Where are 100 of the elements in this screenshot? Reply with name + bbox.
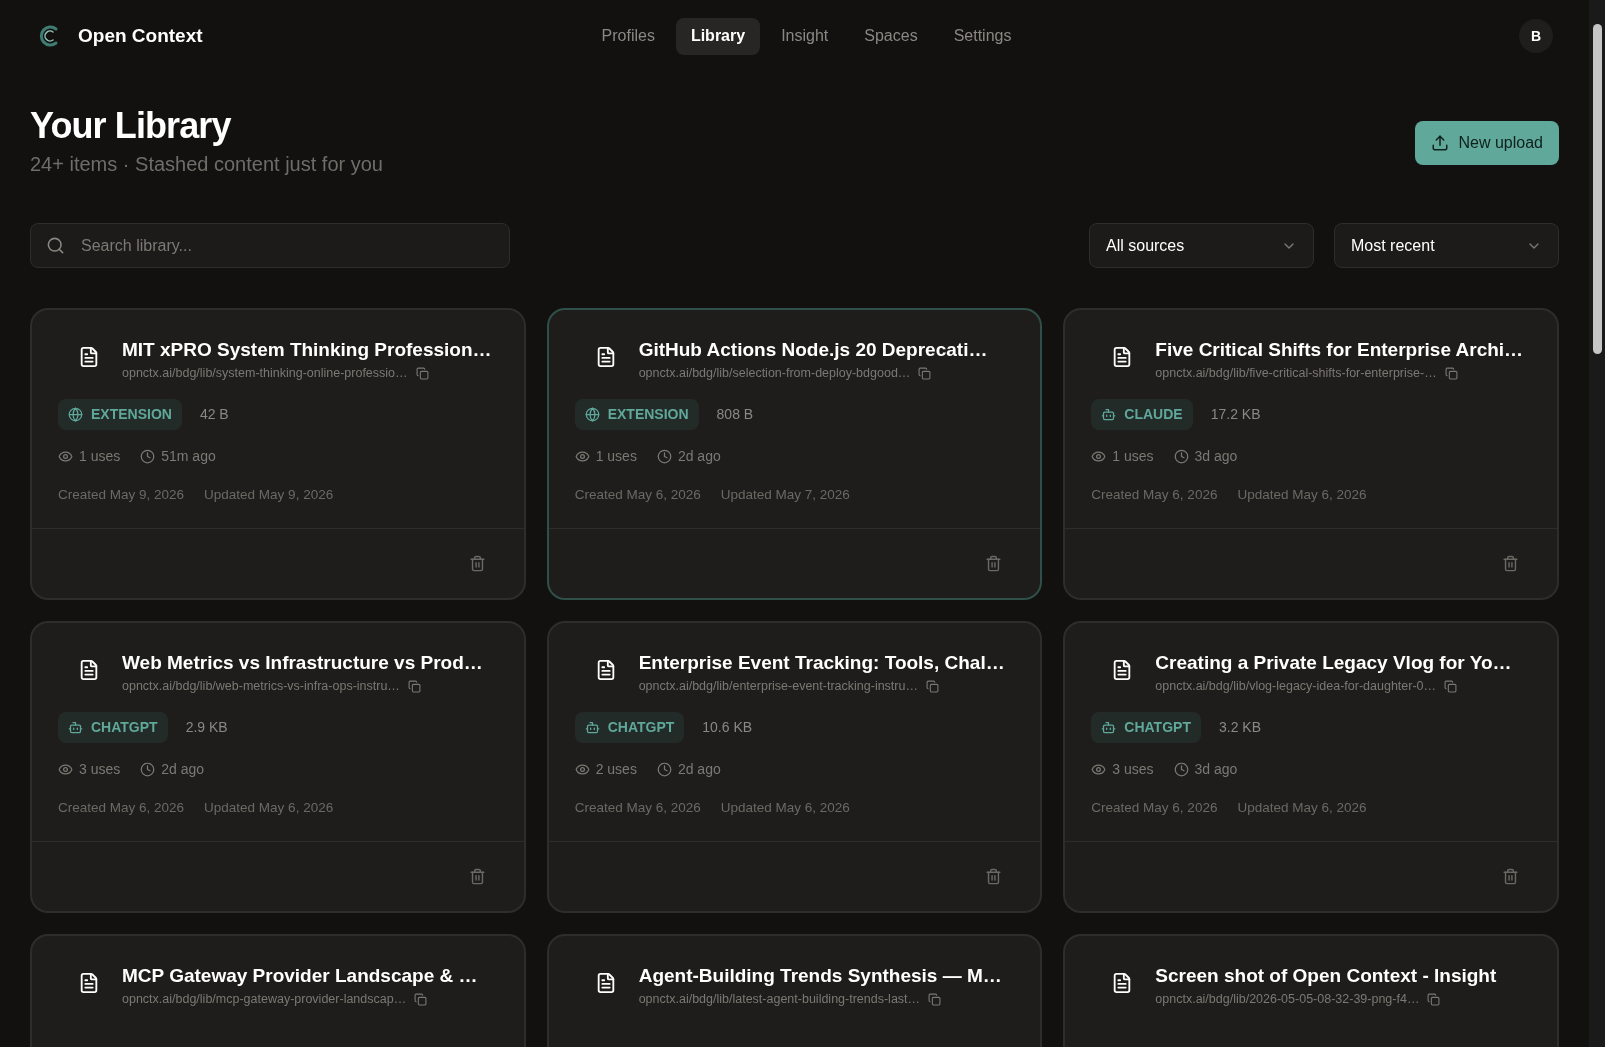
robot-icon <box>584 719 600 735</box>
nav-tab[interactable]: Insight <box>766 17 844 55</box>
use-count: 3 uses <box>1112 759 1154 779</box>
card-url: opnctx.ai/bdg/lib/latest-agent-building-trends-last… <box>638 991 921 1008</box>
card-title: Screen shot of Open Context - Insight <box>1155 964 1498 988</box>
updated-date: Updated May 9, 2026 <box>204 485 334 504</box>
last-used: 3d ago <box>1194 446 1238 466</box>
file-size: 808 B <box>716 404 754 424</box>
delete-button[interactable] <box>468 868 486 885</box>
eye-icon <box>574 761 590 777</box>
user-avatar[interactable]: B <box>1519 19 1553 53</box>
last-used: 51m ago <box>161 446 216 466</box>
eye-icon <box>574 448 590 464</box>
updated-date: Updated May 6, 2026 <box>1237 485 1367 504</box>
library-card[interactable]: Screen shot of Open Context - Insight opnctx.ai/bdg/lib/2026-05-05-08-32-39-png-f4… <box>1063 934 1559 1047</box>
copy-icon[interactable] <box>925 679 939 693</box>
delete-button[interactable] <box>985 555 1003 572</box>
clock-icon <box>656 448 672 464</box>
card-url: opnctx.ai/bdg/lib/mcp-gateway-provider-landscap… <box>122 991 407 1008</box>
nav-tab[interactable]: Spaces <box>849 17 933 55</box>
copy-icon[interactable] <box>415 366 429 380</box>
search-field[interactable]: Search library... <box>30 223 510 268</box>
scrollbar[interactable] <box>1589 0 1605 1047</box>
card-title: MCP Gateway Provider Landscape & … <box>122 964 479 988</box>
source-badge: CHATGPT <box>1091 711 1201 743</box>
nav-tab[interactable]: Profiles <box>586 17 670 55</box>
card-title: Five Critical Shifts for Enterprise Archi… <box>1155 338 1525 362</box>
file-size: 3.2 KB <box>1218 717 1261 737</box>
file-size: 17.2 KB <box>1210 404 1261 424</box>
filter-dropdown[interactable]: All sources <box>1089 223 1314 268</box>
library-card[interactable]: MIT xPRO System Thinking Profession… opnctx.ai/bdg/lib/system-thinking-online-professio… EXTENSION 42 B 1 uses 51m ago Created May 9, 2026 Updated May 9, 2026 <box>30 308 526 600</box>
filter-dropdown[interactable]: Most recent <box>1334 223 1559 268</box>
library-card[interactable]: Web Metrics vs Infrastructure vs Prod… opnctx.ai/bdg/lib/web-metrics-vs-infra-ops-instru… CHATGPT 2.9 KB 3 uses 2d ago Created May 6, 2026 Updated May 6, 2026 <box>30 621 526 913</box>
library-card[interactable]: Agent-Building Trends Synthesis — M… opnctx.ai/bdg/lib/latest-agent-building-trends-last… <box>546 934 1043 1047</box>
copy-icon[interactable] <box>918 366 932 380</box>
created-date: Created May 6, 2026 <box>1091 485 1218 504</box>
card-url: opnctx.ai/bdg/lib/vlog-legacy-idea-for-daughter-0… <box>1155 678 1437 695</box>
page-title: Your Library <box>30 104 232 148</box>
use-count: 1 uses <box>1112 446 1154 466</box>
app-name: Open Context <box>78 23 203 48</box>
card-url: opnctx.ai/bdg/lib/five-critical-shifts-for-enterprise-… <box>1155 365 1437 382</box>
card-url: opnctx.ai/bdg/lib/system-thinking-online-professio… <box>122 365 408 382</box>
card-url: opnctx.ai/bdg/lib/web-metrics-vs-infra-ops-instru… <box>122 678 400 695</box>
created-date: Created May 6, 2026 <box>1091 798 1218 817</box>
card-title: GitHub Actions Node.js 20 Deprecati… <box>638 338 989 362</box>
file-size: 10.6 KB <box>702 717 753 737</box>
card-title: Enterprise Event Tracking: Tools, Chal… <box>638 651 1006 675</box>
library-card[interactable]: GitHub Actions Node.js 20 Deprecati… opnctx.ai/bdg/lib/selection-from-deploy-bdgood… EXTENSION 808 B 1 uses 2d ago Created May 6, 2026 Updated May 7, 2026 <box>546 308 1043 600</box>
copy-icon[interactable] <box>1427 992 1441 1006</box>
robot-icon <box>68 719 83 735</box>
delete-button[interactable] <box>1502 868 1519 885</box>
robot-icon <box>1101 406 1117 422</box>
nav-tab[interactable]: Library <box>675 17 761 55</box>
last-used: 3d ago <box>1194 759 1238 779</box>
nav-tab[interactable]: Settings <box>938 17 1027 55</box>
copy-icon[interactable] <box>1444 679 1458 693</box>
library-card[interactable]: Five Critical Shifts for Enterprise Archi… opnctx.ai/bdg/lib/five-critical-shifts-for-enterprise-… CLAUDE 17.2 KB 1 uses 3d ago Created May 6, 2026 Updated May 6, 2026 <box>1063 308 1559 600</box>
card-url: opnctx.ai/bdg/lib/selection-from-deploy-bdgood… <box>638 365 911 382</box>
source-badge: CLAUDE <box>1091 398 1193 430</box>
copy-icon[interactable] <box>407 679 421 693</box>
robot-icon <box>1101 719 1117 735</box>
source-badge: CHATGPT <box>58 711 168 743</box>
clock-icon <box>140 448 156 464</box>
library-card[interactable]: MCP Gateway Provider Landscape & … opnctx.ai/bdg/lib/mcp-gateway-provider-landscap… <box>30 934 526 1047</box>
clock-icon <box>656 761 672 777</box>
last-used: 2d ago <box>677 759 721 779</box>
eye-icon <box>1091 448 1107 464</box>
card-title: Web Metrics vs Infrastructure vs Prod… <box>122 651 484 675</box>
eye-icon <box>58 448 73 464</box>
delete-button[interactable] <box>1502 555 1519 572</box>
card-url: opnctx.ai/bdg/lib/2026-05-05-08-32-39-png-f4… <box>1155 991 1420 1008</box>
card-title: MIT xPRO System Thinking Profession… <box>122 338 493 362</box>
delete-button[interactable] <box>468 555 486 572</box>
document-icon <box>78 659 100 681</box>
card-url: opnctx.ai/bdg/lib/enterprise-event-tracking-instru… <box>638 678 918 695</box>
clock-icon <box>1173 761 1189 777</box>
copy-icon[interactable] <box>928 992 942 1006</box>
card-title: Creating a Private Legacy Vlog for Yo… <box>1155 651 1513 675</box>
file-size: 42 B <box>199 404 229 424</box>
created-date: Created May 6, 2026 <box>574 798 701 817</box>
copy-icon[interactable] <box>414 992 428 1006</box>
upload-button[interactable]: New upload <box>1414 121 1559 165</box>
use-count: 1 uses <box>595 446 637 466</box>
source-badge: EXTENSION <box>58 398 182 430</box>
upload-icon <box>1430 134 1449 152</box>
delete-button[interactable] <box>985 868 1003 885</box>
clock-icon <box>1173 448 1189 464</box>
globe-icon <box>584 406 600 422</box>
source-badge: EXTENSION <box>574 398 699 430</box>
document-icon <box>78 346 100 368</box>
updated-date: Updated May 7, 2026 <box>720 485 850 504</box>
created-date: Created May 6, 2026 <box>58 798 185 817</box>
clock-icon <box>140 761 156 777</box>
globe-icon <box>68 406 83 422</box>
use-count: 1 uses <box>79 446 121 466</box>
document-icon <box>78 972 100 994</box>
copy-icon[interactable] <box>1444 366 1458 380</box>
library-card[interactable]: Creating a Private Legacy Vlog for Yo… opnctx.ai/bdg/lib/vlog-legacy-idea-for-daughter-0… CHATGPT 3.2 KB 3 uses 3d ago Created May 6, 2026 Updated May 6, 2026 <box>1063 621 1559 913</box>
library-card[interactable]: Enterprise Event Tracking: Tools, Chal… opnctx.ai/bdg/lib/enterprise-event-tracking-instru… CHATGPT 10.6 KB 2 uses 2d ago Created May 6, 2026 Updated May 6, 2026 <box>546 621 1043 913</box>
updated-date: Updated May 6, 2026 <box>720 798 850 817</box>
